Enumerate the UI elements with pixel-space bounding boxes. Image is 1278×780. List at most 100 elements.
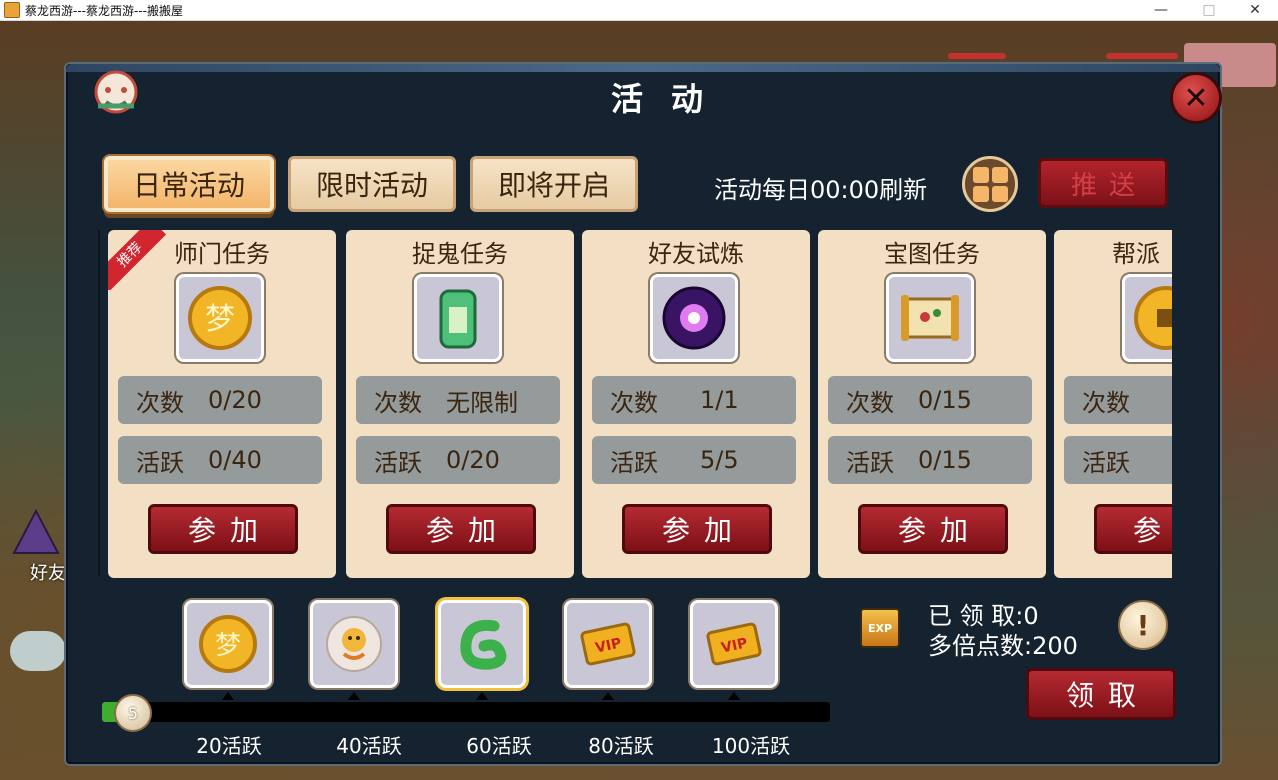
active-row: 活跃 0/15	[828, 436, 1032, 484]
vip-card-icon: VIP	[706, 622, 762, 666]
multiplier-points: 多倍点数:200	[928, 632, 1078, 660]
count-row: 次数	[1064, 376, 1172, 424]
window-title: 蔡龙西游---蔡龙西游---搬搬屋	[25, 3, 183, 18]
tab-limited[interactable]: 限时活动	[288, 156, 456, 212]
reward-box-20[interactable]: 梦	[184, 600, 272, 688]
push-button[interactable]: 推送	[1038, 158, 1168, 208]
activity-card-baotu: 宝图任务 次数 0/15 活跃 0/15 参加	[818, 230, 1046, 578]
count-value: 1/1	[700, 386, 739, 414]
reward-box-40[interactable]	[310, 600, 398, 688]
active-value: 0/40	[208, 446, 262, 474]
app-icon	[4, 2, 20, 18]
milestone-marker	[348, 692, 360, 700]
tab-daily[interactable]: 日常活动	[104, 156, 274, 212]
chat-bubble-icon[interactable]	[10, 631, 66, 671]
join-button[interactable]: 参加	[858, 504, 1008, 554]
activity-card-list[interactable]: 推荐 师门任务 梦 次数 0/20 活跃 0/40 参加 捉鬼任务 次数 无限制 活跃…	[106, 230, 1172, 580]
activity-icon-slot[interactable]: 梦	[176, 274, 264, 362]
minimize-button[interactable]: —	[1138, 0, 1184, 20]
activity-name: 师门任务	[174, 240, 270, 268]
join-label: 参	[1133, 514, 1172, 547]
milestone-label: 40活跃	[336, 734, 402, 758]
grid-cell-icon	[972, 185, 989, 202]
activity-card-haoyou: 好友试炼 次数 1/1 活跃 5/5 参加	[582, 230, 810, 578]
active-label: 活跃	[374, 448, 422, 477]
count-label: 次数	[1082, 388, 1130, 417]
grid-cell-icon	[991, 166, 1008, 183]
join-button[interactable]: 参加	[622, 504, 772, 554]
active-value: 5/5	[700, 446, 739, 474]
active-label: 活跃	[136, 448, 184, 477]
milestone-marker	[222, 692, 234, 700]
activity-icon-slot[interactable]	[650, 274, 738, 362]
active-label: 活跃	[1082, 448, 1130, 477]
active-row: 活跃 0/20	[356, 436, 560, 484]
count-label: 次数	[374, 388, 422, 417]
close-button[interactable]: ✕	[1170, 72, 1222, 124]
vip-card-icon: VIP	[580, 622, 636, 666]
activity-icon-slot[interactable]	[886, 274, 974, 362]
active-value: 0/15	[918, 446, 972, 474]
grid-menu-button[interactable]	[962, 156, 1018, 212]
activity-name: 捉鬼任务	[412, 240, 508, 268]
activity-card-bangpai: 帮派 次数 活跃 参	[1054, 230, 1172, 578]
activity-card-zhuogui: 捉鬼任务 次数 无限制 活跃 0/20 参加	[346, 230, 574, 578]
activity-icon-slot[interactable]	[414, 274, 502, 362]
activity-progress-track	[102, 702, 830, 722]
count-label: 次数	[846, 388, 894, 417]
active-label: 活跃	[846, 448, 894, 477]
gold-coin-icon: 梦	[199, 615, 257, 673]
milestone-label: 20活跃	[196, 734, 262, 758]
panel-title: 活动	[610, 80, 731, 118]
claim-button[interactable]: 领取	[1026, 668, 1176, 720]
reward-box-80[interactable]: VIP	[564, 600, 652, 688]
count-value: 0/20	[208, 386, 262, 414]
gold-coin-icon	[1134, 286, 1172, 350]
purple-orb-icon	[662, 286, 726, 350]
count-value: 0/15	[918, 386, 972, 414]
svg-text:梦: 梦	[205, 302, 235, 337]
active-row: 活跃 5/5	[592, 436, 796, 484]
milestone-label: 80活跃	[588, 734, 654, 758]
activity-panel: 活动 ✕ 日常活动 限时活动 即将开启 活动每日00:00刷新 推送 推荐 师门…	[64, 62, 1222, 766]
tab-upcoming[interactable]: 即将开启	[470, 156, 638, 212]
count-value: 无限制	[446, 388, 518, 417]
pet-hp-bar	[1106, 53, 1178, 59]
treasure-map-icon	[901, 295, 959, 341]
count-label: 次数	[136, 388, 184, 417]
active-row: 活跃 0/40	[118, 436, 322, 484]
gold-coin-icon: 梦	[188, 286, 252, 350]
count-row: 次数 0/20	[118, 376, 322, 424]
window-titlebar: 蔡龙西游---蔡龙西游---搬搬屋 — □ ✕	[0, 0, 1278, 21]
join-button[interactable]: 参加	[386, 504, 536, 554]
maximize-button[interactable]: □	[1186, 0, 1232, 20]
refresh-note: 活动每日00:00刷新	[714, 176, 928, 204]
exp-icon: EXP	[860, 608, 900, 648]
info-button[interactable]: !	[1118, 600, 1168, 650]
count-label: 次数	[610, 388, 658, 417]
activity-name: 帮派	[1112, 240, 1160, 268]
count-row: 次数 无限制	[356, 376, 560, 424]
milestone-marker	[602, 692, 614, 700]
friend-label: 好友	[30, 563, 66, 584]
milestone-label: 60活跃	[466, 734, 532, 758]
count-row: 次数 1/1	[592, 376, 796, 424]
friend-shortcut[interactable]: 好友	[6, 508, 66, 589]
golden-dragon-icon	[326, 616, 382, 672]
hp-bar	[948, 53, 1006, 59]
join-button[interactable]: 参	[1094, 504, 1172, 554]
count-row: 次数 0/15	[828, 376, 1032, 424]
cards-left-edge	[98, 230, 100, 576]
activity-name: 宝图任务	[884, 240, 980, 268]
join-button[interactable]: 参加	[148, 504, 298, 554]
active-value: 0/20	[446, 446, 500, 474]
active-row: 活跃	[1064, 436, 1172, 484]
reward-box-100[interactable]: VIP	[690, 600, 778, 688]
active-label: 活跃	[610, 448, 658, 477]
milestone-label: 100活跃	[711, 734, 791, 758]
close-icon: ✕	[1183, 80, 1209, 116]
reward-box-60[interactable]	[438, 600, 526, 688]
window-close-button[interactable]: ✕	[1232, 0, 1278, 20]
grid-cell-icon	[991, 185, 1008, 202]
activity-icon-slot[interactable]	[1122, 274, 1172, 362]
